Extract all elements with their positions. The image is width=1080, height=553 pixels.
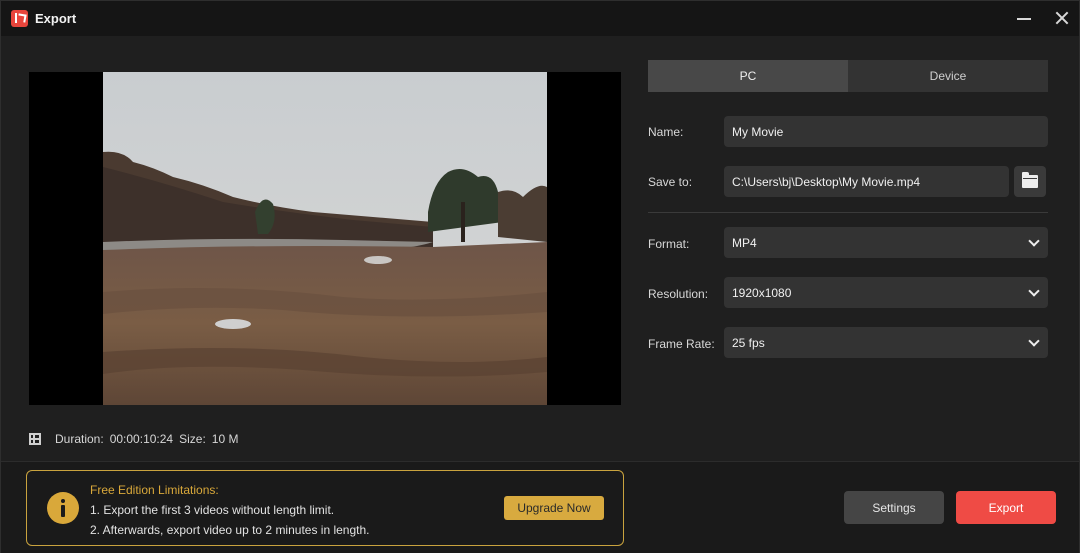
browse-folder-button[interactable] [1014, 166, 1046, 197]
chevron-down-icon [1028, 285, 1040, 297]
frame-rate-label: Frame Rate: [648, 337, 715, 351]
minimize-icon[interactable] [1017, 18, 1031, 20]
export-button[interactable]: Export [956, 491, 1056, 524]
resolution-select[interactable]: 1920x1080 [724, 277, 1048, 308]
duration-label: Duration: [55, 432, 104, 446]
chevron-down-icon [1028, 235, 1040, 247]
free-edition-notice: Free Edition Limitations: 1. Export the … [26, 470, 624, 546]
save-to-label: Save to: [648, 175, 693, 189]
save-path-value: C:\Users\bj\Desktop\My Movie.mp4 [732, 174, 921, 189]
output-target-tabs: PC Device [648, 60, 1048, 92]
app-logo-icon [11, 10, 28, 27]
settings-button[interactable]: Settings [844, 491, 944, 524]
duration-value: 00:00:10:24 [109, 432, 174, 446]
duration-info: Duration: 00:00:10:24 Size: 10 M [29, 432, 238, 446]
tab-device[interactable]: Device [848, 60, 1048, 92]
notice-line-1: 1. Export the first 3 videos without len… [90, 503, 335, 517]
dialog-footer: Free Edition Limitations: 1. Export the … [1, 461, 1079, 553]
preview-frame-image [103, 72, 547, 405]
video-preview [29, 72, 621, 405]
folder-icon [1022, 172, 1038, 188]
window-title: Export [35, 11, 77, 26]
format-select[interactable]: MP4 [724, 227, 1048, 258]
title-bar: Export [1, 1, 1079, 36]
divider [648, 212, 1048, 213]
frame-rate-select[interactable]: 25 fps [724, 327, 1048, 358]
format-label: Format: [648, 237, 690, 251]
size-label: Size: [179, 432, 206, 446]
notice-title: Free Edition Limitations: [90, 483, 219, 497]
tab-pc[interactable]: PC [648, 60, 848, 92]
info-icon [47, 492, 79, 524]
name-field[interactable]: My Movie [724, 116, 1048, 147]
notice-line-2: 2. Afterwards, export video up to 2 minu… [90, 523, 370, 537]
close-icon[interactable] [1053, 9, 1071, 27]
chevron-down-icon [1028, 335, 1040, 347]
export-dialog: Export Duration: 00:00:10:24 Size: 10 M … [0, 0, 1080, 553]
resolution-label: Resolution: [648, 287, 709, 301]
upgrade-now-button[interactable]: Upgrade Now [504, 496, 604, 520]
name-value: My Movie [732, 124, 784, 139]
size-value: 10 M [211, 432, 239, 446]
save-path-field[interactable]: C:\Users\bj\Desktop\My Movie.mp4 [724, 166, 1009, 197]
format-value: MP4 [732, 235, 757, 250]
film-icon [29, 433, 41, 445]
name-label: Name: [648, 125, 684, 139]
frame-rate-value: 25 fps [732, 335, 765, 350]
resolution-value: 1920x1080 [732, 285, 792, 300]
